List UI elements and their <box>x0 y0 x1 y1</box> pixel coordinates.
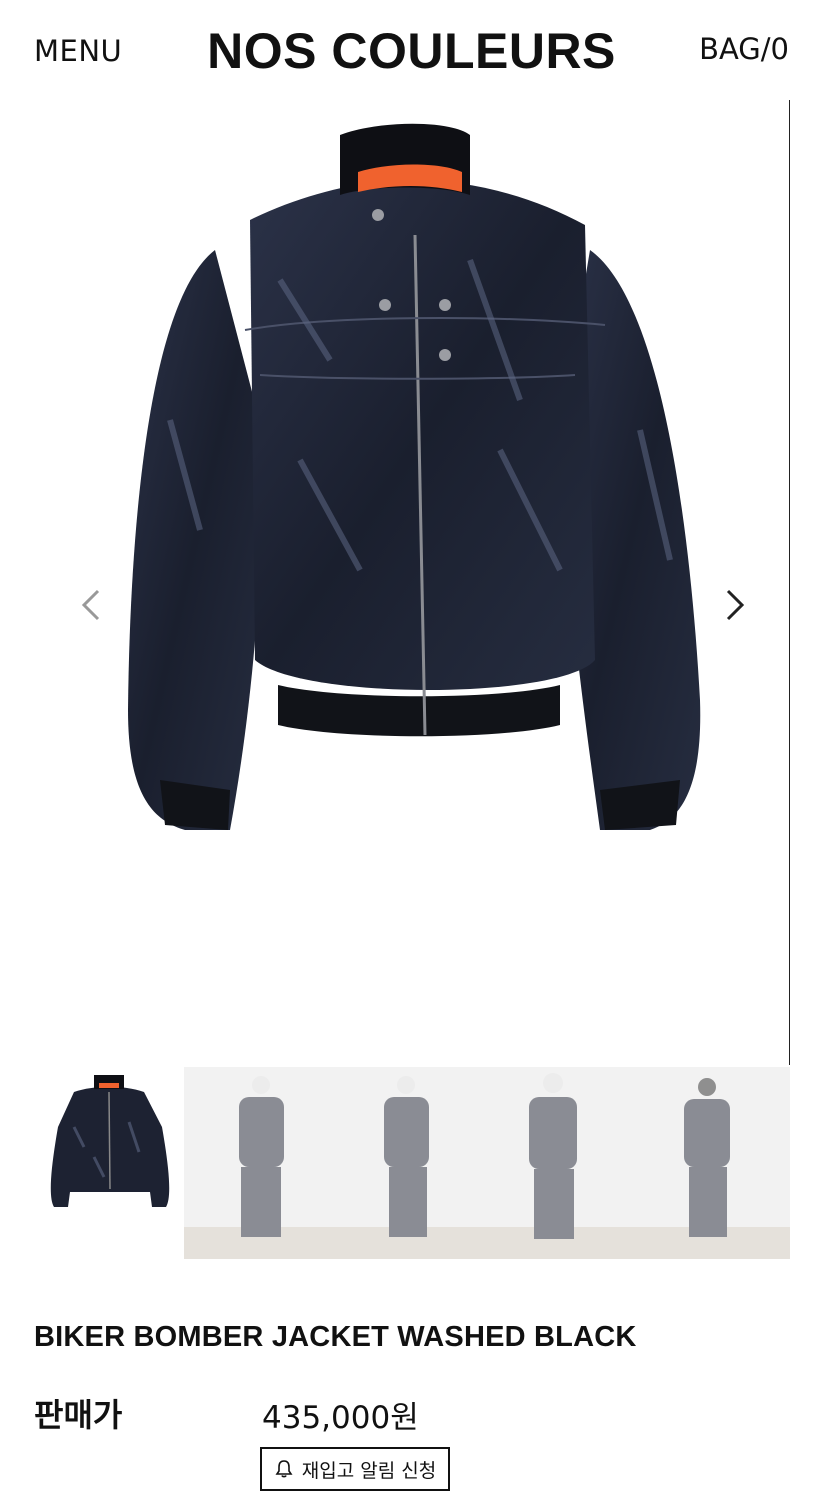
site-header: MENU NOS COULEURS BAG/0 <box>0 0 823 100</box>
thumbnail-jacket[interactable] <box>34 1067 184 1259</box>
bag-button[interactable]: BAG/0 <box>699 32 789 66</box>
gallery-prev-button[interactable] <box>72 585 112 625</box>
thumbnail-strip <box>34 1067 790 1259</box>
product-main-image <box>0 100 790 1065</box>
bell-icon <box>275 1460 293 1478</box>
thumbnail-lookbook[interactable] <box>184 1067 790 1259</box>
jacket-product-image <box>128 123 701 830</box>
chevron-right-icon <box>726 589 745 621</box>
gallery-next-button[interactable] <box>714 585 754 625</box>
restock-button-label: 재입고 알림 신청 <box>301 1459 437 1482</box>
thumbnail-overlay <box>184 1067 790 1259</box>
product-title: BIKER BOMBER JACKET WASHED BLACK <box>34 1321 637 1353</box>
price-value: 435,000원 <box>262 1400 419 1436</box>
chevron-left-icon <box>81 589 100 621</box>
jacket-thumbnail <box>50 1075 170 1207</box>
price-label: 판매가 <box>34 1396 123 1434</box>
restock-alert-button[interactable]: 재입고 알림 신청 <box>260 1447 450 1491</box>
scrollbar-edge <box>789 100 790 1065</box>
